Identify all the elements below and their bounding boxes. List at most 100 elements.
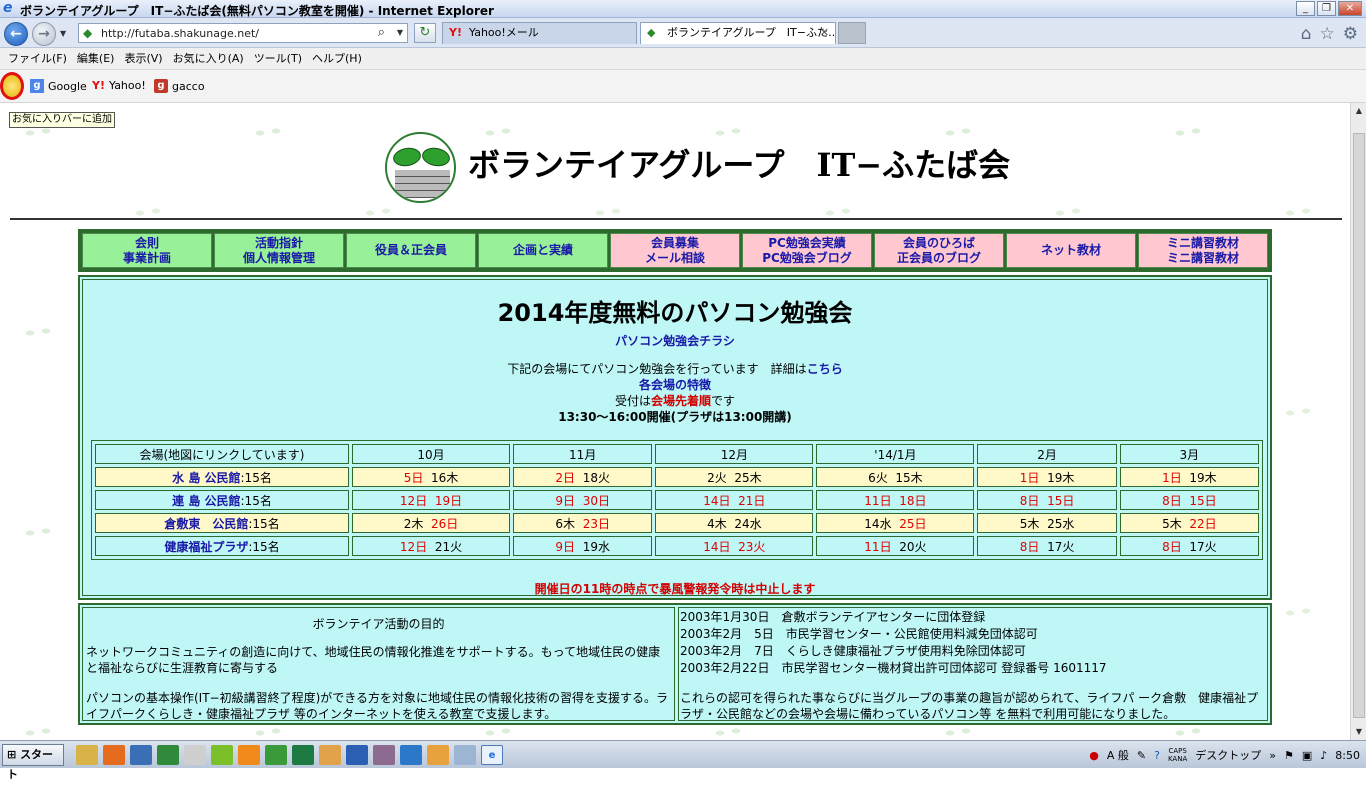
intro-text: 下記の会場にてパソコン勉強会を行っています 詳細はこちら	[507, 362, 843, 376]
tab-yahoo-mail[interactable]: Y! Yahoo!メール	[442, 22, 637, 44]
internet-explorer-taskbar-icon[interactable]: e	[481, 745, 503, 765]
scroll-up-icon[interactable]: ▲	[1351, 103, 1366, 119]
session-date: 19木	[1189, 470, 1217, 485]
menu-help[interactable]: ヘルプ(H)	[310, 48, 370, 69]
menu-file[interactable]: ファイル(F)	[6, 48, 75, 69]
vertical-scrollbar[interactable]: ▲ ▼	[1350, 103, 1366, 740]
desktop-toolbar[interactable]: デスクトップ	[1195, 747, 1261, 763]
table-row: 倉敷東 公民館:15名 2木 26日 6木 23日 4木 24水 14水 25日 5木 2…	[95, 513, 1259, 533]
gear-icon[interactable]: ⚙	[1343, 24, 1358, 44]
nav-pc-study[interactable]: PC勉強会実績 PC勉強会ブログ	[742, 233, 872, 268]
favorite-yahoo[interactable]: Y! Yahoo!	[92, 79, 146, 92]
address-url[interactable]: http://futaba.shakunage.net/	[101, 27, 259, 40]
firefox-icon[interactable]	[103, 745, 125, 765]
close-tab-icon[interactable]: ✕	[820, 23, 829, 43]
forward-button[interactable]: →	[32, 22, 56, 46]
session-date: 6木	[555, 516, 576, 531]
excel-icon[interactable]	[292, 745, 314, 765]
venue-map-link[interactable]: 連 島 公民館	[172, 494, 240, 508]
yahoo-icon: Y!	[449, 26, 462, 39]
volume-icon[interactable]: ♪	[1320, 749, 1327, 762]
scroll-down-icon[interactable]: ▼	[1351, 724, 1366, 740]
word-icon[interactable]	[346, 745, 368, 765]
app-icon[interactable]	[211, 745, 233, 765]
menu-favorites[interactable]: お気に入り(A)	[171, 48, 252, 69]
venue-map-link[interactable]: 健康福祉プラザ	[164, 540, 248, 554]
flyer-link[interactable]: パソコン勉強会チラシ	[83, 332, 1267, 349]
leaf-icon	[391, 145, 423, 169]
help-icon[interactable]: ?	[1154, 749, 1160, 762]
session-date: 19水	[582, 539, 610, 554]
tab-futaba[interactable]: ◆ ボランテイアグループ IT−ふた… ✕	[640, 22, 836, 44]
notepad-icon[interactable]	[184, 745, 206, 765]
session-date: 19日	[434, 493, 463, 508]
start-button[interactable]: ⊞ スタート	[2, 744, 64, 781]
session-date: 8日	[1019, 539, 1040, 554]
address-dropdown-icon[interactable]: ▼	[397, 28, 403, 37]
purpose-section: ボランテイア活動の目的 ネットワークコミュニティの創造に向けて、地域住民の情報化…	[82, 607, 675, 721]
explorer-icon[interactable]	[76, 745, 98, 765]
app-icon[interactable]	[373, 745, 395, 765]
tray-app-icon[interactable]: ●	[1089, 749, 1099, 762]
nav-activity-policy[interactable]: 活動指針 個人情報管理	[214, 233, 344, 268]
vlc-icon[interactable]	[238, 745, 260, 765]
menu-view[interactable]: 表示(V)	[122, 48, 170, 69]
session-date: 11日	[864, 539, 892, 554]
network-icon[interactable]: ▣	[1302, 749, 1312, 762]
action-center-icon[interactable]: ⚑	[1284, 749, 1294, 762]
clock[interactable]: 8:50	[1335, 749, 1360, 762]
favorite-gacco[interactable]: g gacco	[154, 79, 205, 93]
nav-recruit[interactable]: 会員募集 メール相談	[610, 233, 740, 268]
session-date: 8日	[1019, 493, 1040, 508]
menu-edit[interactable]: 編集(E)	[75, 48, 123, 69]
nav-mini-course[interactable]: ミニ講習教材 ミニ講習教材	[1138, 233, 1268, 268]
session-date: 1日	[1019, 470, 1040, 485]
back-button[interactable]: ←	[4, 22, 28, 46]
session-date: 5木	[1019, 516, 1040, 531]
details-link[interactable]: こちら	[807, 362, 843, 376]
page-content: ボランテイアグループ IT−ふたば会 会則 事業計画 活動指針 個人情報管理 役員＆…	[0, 103, 1350, 740]
refresh-button[interactable]: ↻	[414, 23, 436, 43]
app-icon[interactable]	[319, 745, 341, 765]
app-icon[interactable]	[427, 745, 449, 765]
favorite-google[interactable]: g Google	[30, 79, 87, 93]
nav-officers[interactable]: 役員＆正会員	[346, 233, 476, 268]
toolbar-expand-icon[interactable]: »	[1269, 749, 1276, 762]
hours-text: 13:30〜16:00開催(プラザは13:00開講)	[558, 410, 792, 424]
ime-indicator[interactable]: A 般	[1107, 747, 1129, 763]
features-link[interactable]: 各会場の特徴	[83, 376, 1267, 393]
purpose-heading: ボランテイア活動の目的	[312, 617, 445, 631]
site-logo[interactable]	[385, 132, 456, 203]
date-cell: 9日 19水	[513, 536, 653, 556]
restore-button[interactable]: ❐	[1317, 1, 1336, 16]
minimize-button[interactable]: _	[1296, 1, 1315, 16]
search-icon[interactable]: ⌕	[378, 25, 385, 40]
purpose-paragraph-2: パソコンの基本操作(IT−初級講習終了程度)ができる方を対象に地域住民の情報化技…	[86, 691, 669, 721]
column-header: 12月	[655, 444, 814, 464]
venue-map-link[interactable]: 倉敷東 公民館	[164, 517, 248, 531]
nav-plans[interactable]: 企画と実績	[478, 233, 608, 268]
app-icon[interactable]	[130, 745, 152, 765]
new-tab-button[interactable]	[838, 22, 866, 44]
app-icon[interactable]	[157, 745, 179, 765]
address-bar[interactable]: ◆ http://futaba.shakunage.net/ ⌕ ▼	[78, 23, 408, 43]
app-icon[interactable]	[265, 745, 287, 765]
ime-options-icon[interactable]: ✎	[1137, 749, 1146, 762]
app-icon[interactable]	[454, 745, 476, 765]
nav-members-plaza[interactable]: 会員のひろば 正会員のブログ	[874, 233, 1004, 268]
history-dropdown-icon[interactable]: ▼	[60, 29, 66, 38]
menu-tools[interactable]: ツール(T)	[252, 48, 310, 69]
close-button[interactable]: ✕	[1338, 1, 1362, 16]
home-icon[interactable]: ⌂	[1301, 24, 1312, 44]
schedule-table: 会場(地図にリンクしています) 10月 11月 12月 '14/1月 2月 3月…	[91, 440, 1263, 560]
nav-rules[interactable]: 会則 事業計画	[82, 233, 212, 268]
session-date: 15日	[1189, 493, 1217, 508]
scrollbar-thumb[interactable]	[1353, 133, 1365, 718]
date-cell: 8日 17火	[1119, 536, 1259, 556]
venue-map-link[interactable]: 水 島 公民館	[172, 471, 240, 485]
ie-logo-icon: e	[3, 0, 13, 16]
add-to-favorites-bar-button[interactable]	[0, 72, 24, 100]
star-icon[interactable]: ☆	[1320, 24, 1335, 44]
nav-net-materials[interactable]: ネット教材	[1006, 233, 1136, 268]
app-icon[interactable]	[400, 745, 422, 765]
